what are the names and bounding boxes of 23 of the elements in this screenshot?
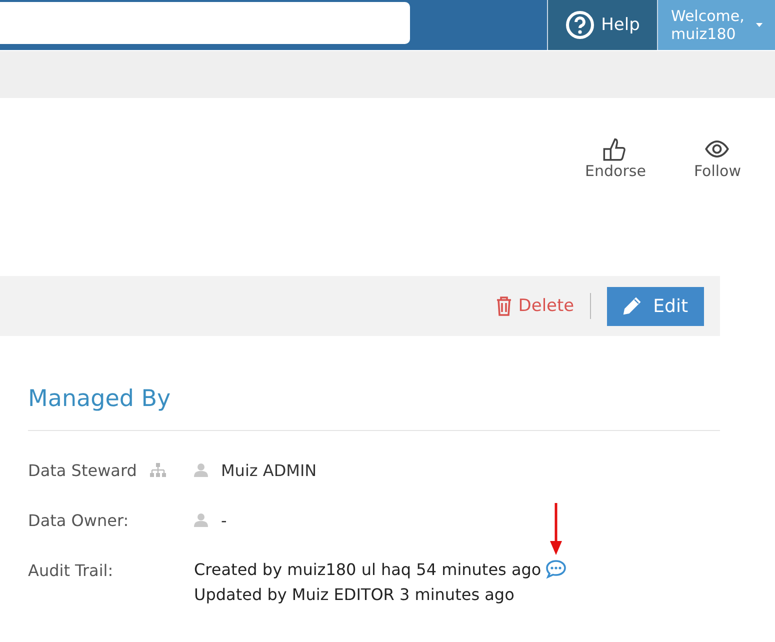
follow-button[interactable]: Follow (694, 136, 741, 180)
caret-icon (756, 22, 763, 28)
field-value: Muiz ADMIN (221, 460, 317, 480)
field-label: Data Steward (28, 460, 137, 480)
pencil-icon (621, 295, 644, 317)
person-icon (194, 463, 208, 477)
field-label: Audit Trail: (28, 560, 114, 580)
hierarchy-icon (148, 463, 167, 477)
endorse-button[interactable]: Endorse (585, 136, 646, 180)
field-value: - (221, 510, 227, 530)
field-label: Data Owner: (28, 510, 129, 530)
trash-icon (496, 296, 512, 316)
annotation-arrow (550, 503, 562, 555)
delete-button[interactable]: Delete (496, 296, 574, 316)
edit-button[interactable]: Edit (607, 286, 704, 326)
help-button[interactable]: Help (547, 0, 657, 50)
help-icon (565, 10, 596, 40)
person-icon (194, 513, 208, 527)
section-title: Managed By (28, 386, 172, 414)
comment-icon (545, 559, 568, 579)
audit-entry: Created by muiz180 ul haq 54 minutes ago (194, 560, 542, 578)
search-field[interactable] (0, 2, 410, 44)
audit-entry: Updated by Muiz EDITOR 3 minutes ago (194, 585, 514, 604)
